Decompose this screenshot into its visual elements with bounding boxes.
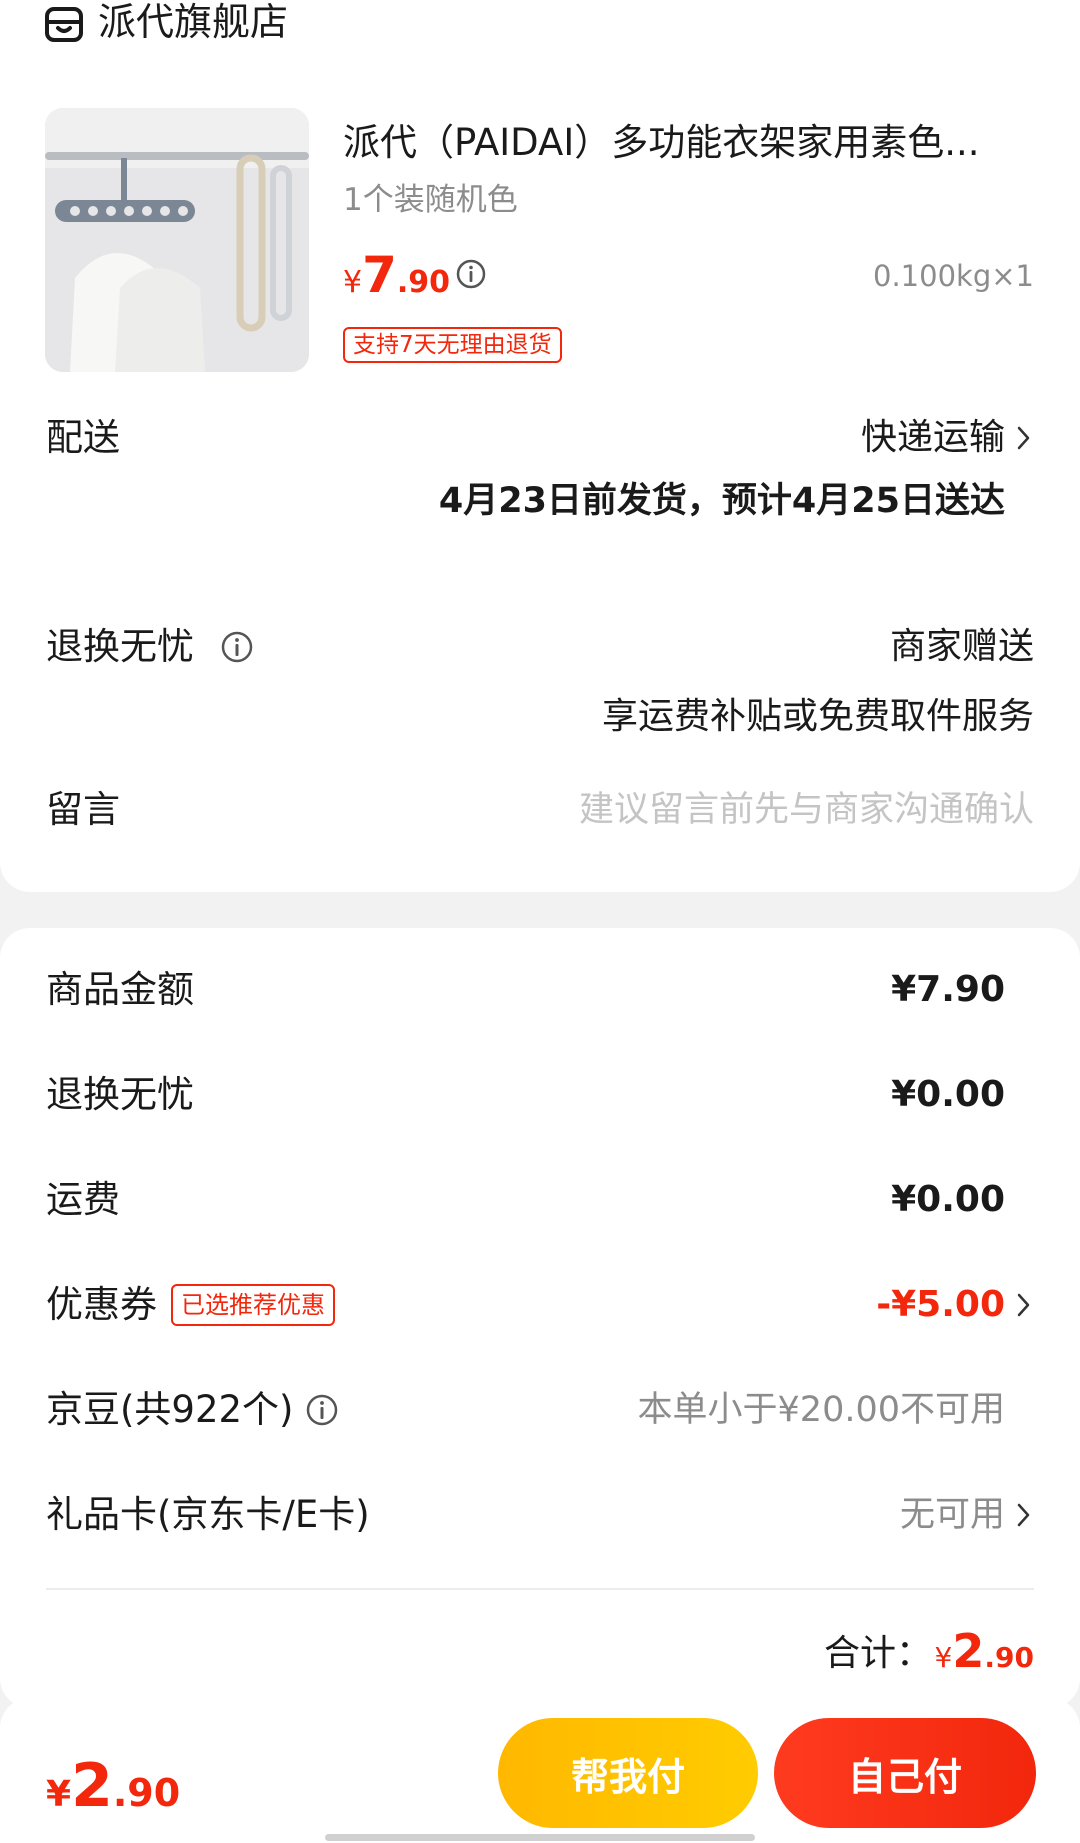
product-spec: 1个装随机色: [343, 182, 518, 218]
checkout-currency: ¥: [46, 1774, 72, 1815]
product-image[interactable]: [45, 108, 309, 372]
checkout-bar: ¥2.90 帮我付 自己付: [0, 1698, 1080, 1843]
product-price: ¥7.90: [343, 240, 450, 322]
note-input[interactable]: [474, 780, 1034, 840]
goods-amount-value: ¥7.90: [891, 969, 1005, 1010]
jd-beans-label: 京豆(共922个): [46, 1388, 294, 1431]
total-price: ¥2.90: [935, 1618, 1034, 1695]
guarantee-fee-value: ¥0.00: [891, 1074, 1005, 1115]
price-integer: 7: [362, 246, 397, 304]
price-currency: ¥: [343, 265, 363, 300]
gift-card-label: 礼品卡(京东卡/E卡): [46, 1493, 370, 1536]
delivery-label: 配送: [46, 416, 120, 459]
guarantee-value: 商家赠送: [889, 626, 1034, 667]
delivery-time: 4月23日前发货，预计4月25日送达: [438, 481, 1005, 521]
checkout-decimal: .90: [112, 1771, 181, 1815]
goods-amount-label: 商品金额: [46, 968, 194, 1011]
divider: [46, 1588, 1034, 1590]
jd-beans-value: 本单小于¥20.00不可用: [637, 1390, 1005, 1430]
home-indicator: [325, 1834, 755, 1841]
chevron-right-icon[interactable]: [1015, 1500, 1033, 1530]
chevron-right-icon[interactable]: [1015, 1290, 1033, 1320]
help-pay-button[interactable]: 帮我付: [498, 1718, 758, 1828]
product-title[interactable]: 派代（PAIDAI）多功能衣架家用素色...: [343, 118, 1003, 168]
total-integer: 2: [952, 1624, 985, 1678]
shipping-fee-label: 运费: [46, 1178, 120, 1221]
self-pay-button[interactable]: 自己付: [774, 1718, 1036, 1828]
coupon-label: 优惠券: [46, 1283, 157, 1326]
delivery-method[interactable]: 快递运输: [861, 413, 1005, 463]
total-currency: ¥: [934, 1641, 953, 1674]
shipping-fee-value: ¥0.00: [891, 1179, 1005, 1220]
hanger-product-photo: [45, 108, 309, 372]
info-icon[interactable]: [455, 258, 487, 290]
guarantee-label: 退换无忧: [46, 625, 194, 668]
return-policy-badge: 支持7天无理由退货: [343, 327, 562, 363]
checkout-price: ¥2.90: [46, 1746, 180, 1841]
store-icon: [45, 7, 83, 42]
coupon-badge: 已选推荐优惠: [171, 1284, 335, 1326]
guarantee-fee-label: 退换无忧: [46, 1073, 194, 1116]
note-label: 留言: [46, 788, 120, 831]
order-card: 派代旗舰店 派代（PAIDAI）多功能衣架家用素色... 1个装随机色 ¥7.9…: [0, 0, 1080, 892]
total-decimal: .90: [984, 1641, 1034, 1674]
guarantee-description: 享运费补贴或免费取件服务: [601, 696, 1034, 737]
chevron-right-icon[interactable]: [1015, 423, 1033, 453]
checkout-integer: 2: [71, 1751, 113, 1821]
coupon-value[interactable]: -¥5.00: [876, 1280, 1005, 1330]
cost-summary-card: 商品金额 ¥7.90 退换无忧 ¥0.00 运费 ¥0.00 优惠券 已选推荐优…: [0, 928, 1080, 1708]
store-name[interactable]: 派代旗舰店: [98, 0, 288, 48]
total-label: 合计：: [823, 1633, 932, 1674]
gift-card-value[interactable]: 无可用: [900, 1490, 1005, 1540]
info-icon[interactable]: [220, 630, 254, 664]
price-decimal: .90: [396, 265, 451, 300]
product-weight-quantity: 0.100kg×1: [873, 259, 1034, 293]
info-icon[interactable]: [305, 1393, 339, 1427]
